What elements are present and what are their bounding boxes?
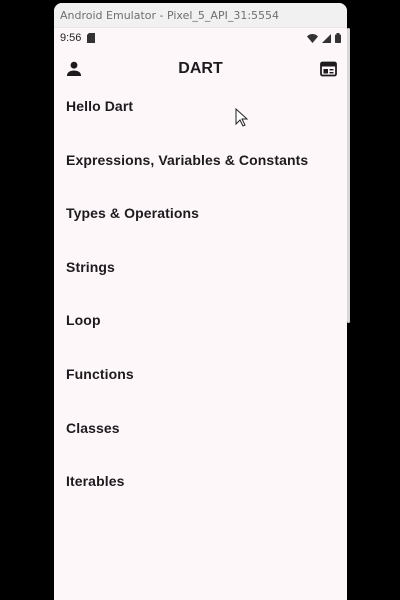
- list-item-classes[interactable]: Classes: [54, 415, 347, 469]
- status-bar: 9:56: [54, 28, 347, 48]
- window-scrollbar[interactable]: [347, 28, 350, 323]
- app-bar: DART: [54, 48, 347, 90]
- battery-icon: [335, 33, 341, 43]
- list-item-hello-dart[interactable]: Hello Dart: [54, 93, 347, 147]
- status-time: 9:56: [60, 32, 82, 44]
- list-item-functions[interactable]: Functions: [54, 361, 347, 415]
- emulator-window: Android Emulator - Pixel_5_API_31:5554 9…: [54, 3, 347, 600]
- person-icon[interactable]: [66, 61, 82, 77]
- topic-list: Hello Dart Expressions, Variables & Cons…: [54, 90, 347, 522]
- app-title: DART: [178, 60, 223, 77]
- signal-icon: [322, 33, 331, 43]
- newspaper-icon[interactable]: [320, 61, 337, 77]
- list-item-loop[interactable]: Loop: [54, 307, 347, 361]
- list-item-strings[interactable]: Strings: [54, 254, 347, 308]
- list-item-types[interactable]: Types & Operations: [54, 200, 347, 254]
- window-title-bar: Android Emulator - Pixel_5_API_31:5554: [54, 3, 347, 28]
- sim-card-icon: [87, 33, 96, 43]
- wifi-icon: [307, 33, 318, 43]
- list-item-iterables[interactable]: Iterables: [54, 468, 347, 522]
- list-item-expressions[interactable]: Expressions, Variables & Constants: [54, 147, 347, 201]
- mouse-cursor-icon: [235, 108, 248, 127]
